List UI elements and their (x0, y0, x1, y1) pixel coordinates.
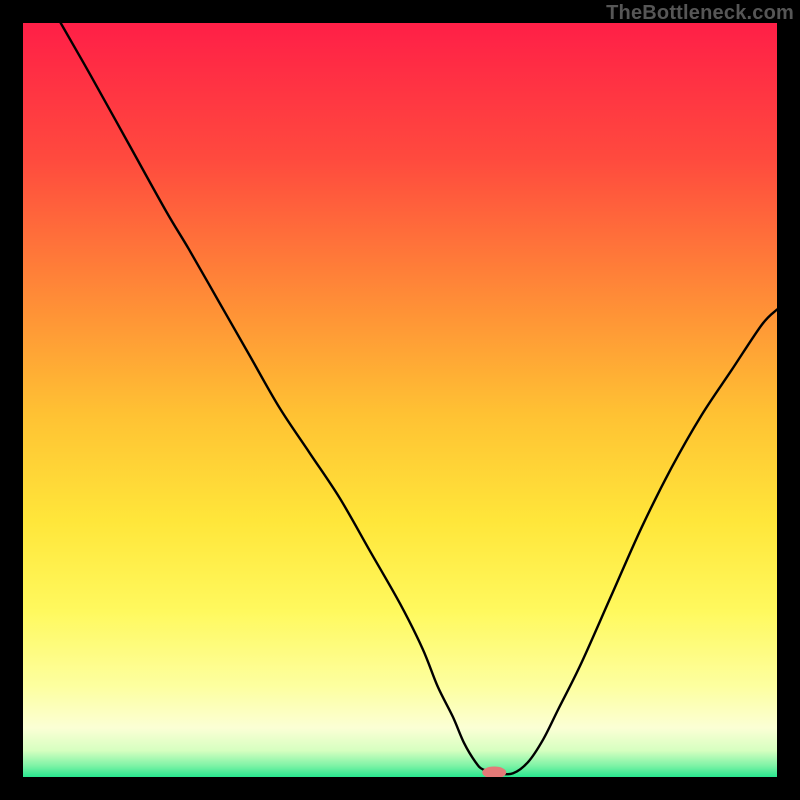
plot-area (23, 23, 777, 777)
chart-svg (23, 23, 777, 777)
chart-frame: TheBottleneck.com (0, 0, 800, 800)
gradient-background (23, 23, 777, 777)
watermark-text: TheBottleneck.com (606, 2, 794, 25)
